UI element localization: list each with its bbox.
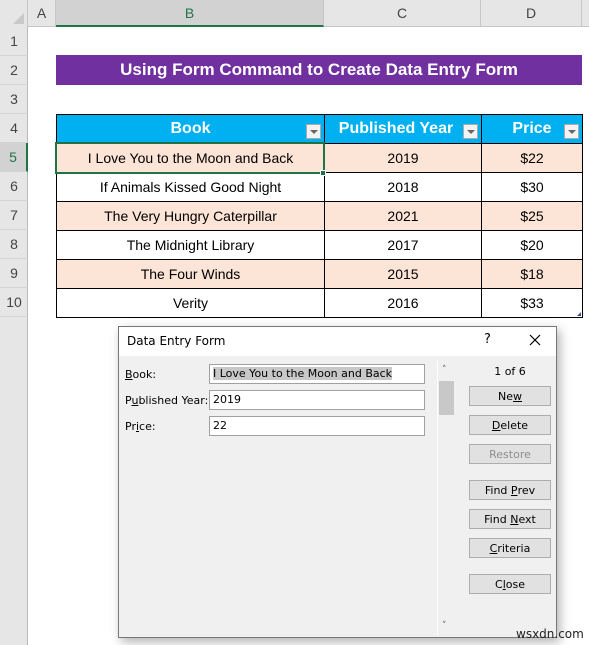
cell-book[interactable]: The Four Winds bbox=[56, 259, 325, 289]
select-all-triangle-icon bbox=[13, 13, 24, 24]
find-next-button[interactable]: Find Next bbox=[469, 509, 551, 529]
column-header-b[interactable]: B bbox=[56, 0, 324, 27]
cell-book[interactable]: The Midnight Library bbox=[56, 230, 325, 260]
published-year-input[interactable]: 2019 bbox=[209, 390, 425, 410]
cell-price[interactable]: $20 bbox=[481, 230, 583, 260]
price-input[interactable]: 22 bbox=[209, 416, 425, 436]
new-button[interactable]: Ne w bbox=[469, 386, 551, 406]
criteria-button[interactable]: Criteria bbox=[469, 538, 551, 558]
find-prev-button[interactable]: Find Prev bbox=[469, 480, 551, 500]
row-header-4[interactable]: 4 bbox=[0, 114, 28, 143]
table-row: Verity 2016 $33 bbox=[56, 288, 583, 318]
row-header-6[interactable]: 6 bbox=[0, 172, 28, 201]
table-row: The Four Winds 2015 $18 bbox=[56, 259, 583, 289]
header-price[interactable]: Price bbox=[481, 114, 583, 144]
filter-year-dropdown-icon[interactable] bbox=[463, 124, 478, 139]
row-header-5[interactable]: 5 bbox=[0, 143, 28, 172]
row-header-9[interactable]: 9 bbox=[0, 259, 28, 288]
price-field-label: Price: bbox=[125, 420, 156, 433]
cell-price[interactable]: $18 bbox=[481, 259, 583, 289]
cell-year[interactable]: 2019 bbox=[324, 143, 482, 173]
book-field-label: Book: bbox=[125, 368, 157, 381]
column-header-c[interactable]: C bbox=[324, 0, 481, 27]
watermark: wsxdn.com bbox=[516, 627, 584, 641]
cell-price[interactable]: $30 bbox=[481, 172, 583, 202]
table-row: If Animals Kissed Good Night 2018 $30 bbox=[56, 172, 583, 202]
published-year-field-label: Published Year: bbox=[125, 394, 209, 407]
data-entry-form-dialog: Data Entry Form ? Book: I Love You to th… bbox=[118, 326, 557, 638]
cell-year[interactable]: 2016 bbox=[324, 288, 482, 318]
table-row: The Very Hungry Caterpillar 2021 $25 bbox=[56, 201, 583, 231]
record-scrollbar[interactable]: ˄ ˅ bbox=[437, 361, 454, 635]
row-header-2[interactable]: 2 bbox=[0, 56, 28, 85]
chevron-down-icon[interactable]: ˅ bbox=[442, 621, 447, 631]
table-row: I Love You to the Moon and Back 2019 $22 bbox=[56, 143, 583, 173]
table-row: The Midnight Library 2017 $20 bbox=[56, 230, 583, 260]
title-banner[interactable]: Using Form Command to Create Data Entry … bbox=[56, 55, 582, 85]
table-resize-handle-icon[interactable] bbox=[577, 312, 581, 316]
cell-book[interactable]: The Very Hungry Caterpillar bbox=[56, 201, 325, 231]
cell-price[interactable]: $22 bbox=[481, 143, 583, 173]
chevron-up-icon[interactable]: ˄ bbox=[442, 365, 447, 375]
dialog-title-bar[interactable]: Data Entry Form ? bbox=[119, 327, 556, 356]
cell-year[interactable]: 2015 bbox=[324, 259, 482, 289]
column-header-d[interactable]: D bbox=[481, 0, 582, 27]
record-counter: 1 of 6 bbox=[494, 365, 526, 378]
close-x-icon bbox=[529, 334, 541, 346]
cell-price[interactable]: $25 bbox=[481, 201, 583, 231]
header-published-year[interactable]: Published Year bbox=[324, 114, 482, 144]
fill-handle[interactable] bbox=[320, 170, 326, 176]
select-all-button[interactable] bbox=[0, 0, 28, 27]
column-header-a[interactable]: A bbox=[28, 0, 56, 27]
dialog-title: Data Entry Form bbox=[127, 334, 226, 348]
row-header-8[interactable]: 8 bbox=[0, 230, 28, 259]
close-button[interactable] bbox=[525, 330, 545, 350]
delete-button[interactable]: Delete bbox=[469, 415, 551, 435]
row-header-7[interactable]: 7 bbox=[0, 201, 28, 230]
book-input[interactable]: I Love You to the Moon and Back bbox=[209, 364, 425, 384]
row-header-1[interactable]: 1 bbox=[0, 27, 28, 56]
cell-year[interactable]: 2021 bbox=[324, 201, 482, 231]
header-price-label: Price bbox=[512, 120, 552, 137]
cell-year[interactable]: 2017 bbox=[324, 230, 482, 260]
filter-book-dropdown-icon[interactable] bbox=[306, 124, 321, 139]
cell-price[interactable]: $33 bbox=[481, 288, 583, 318]
row-header-10[interactable]: 10 bbox=[0, 288, 28, 317]
scrollbar-thumb[interactable] bbox=[439, 381, 454, 415]
header-book[interactable]: Book bbox=[56, 114, 325, 144]
filter-price-dropdown-icon[interactable] bbox=[564, 124, 579, 139]
cell-book[interactable]: If Animals Kissed Good Night bbox=[56, 172, 325, 202]
close-dialog-button[interactable]: Cl ose bbox=[469, 574, 551, 594]
header-book-label: Book bbox=[170, 120, 211, 137]
header-year-label: Published Year bbox=[338, 120, 454, 137]
cell-book[interactable]: I Love You to the Moon and Back bbox=[56, 143, 325, 173]
row-header-bar: 1 2 3 4 5 6 7 8 9 10 bbox=[0, 27, 28, 645]
cell-year[interactable]: 2018 bbox=[324, 172, 482, 202]
books-table: Book Published Year Price I Love You to … bbox=[56, 114, 583, 318]
help-button[interactable]: ? bbox=[484, 332, 491, 347]
row-header-3[interactable]: 3 bbox=[0, 85, 28, 114]
restore-button[interactable]: Restore bbox=[469, 444, 551, 464]
book-input-value: I Love You to the Moon and Back bbox=[213, 367, 393, 380]
table-header-row: Book Published Year Price bbox=[56, 114, 583, 144]
cell-book[interactable]: Verity bbox=[56, 288, 325, 318]
